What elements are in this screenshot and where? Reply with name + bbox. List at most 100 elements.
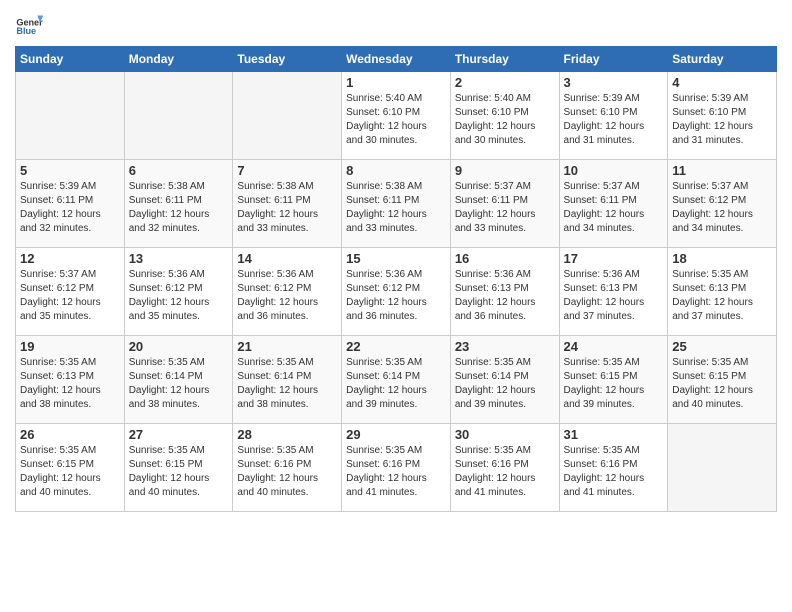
- calendar-cell: 4 Sunrise: 5:39 AMSunset: 6:10 PMDaylight…: [668, 72, 777, 160]
- cell-info: Sunrise: 5:39 AMSunset: 6:10 PMDaylight:…: [672, 92, 772, 148]
- calendar-cell: [668, 424, 777, 512]
- calendar-table: SundayMondayTuesdayWednesdayThursdayFrid…: [15, 46, 777, 512]
- calendar-cell: 31 Sunrise: 5:35 AMSunset: 6:16 PMDayligh…: [559, 424, 668, 512]
- cell-info: Sunrise: 5:37 AMSunset: 6:11 PMDaylight:…: [564, 180, 664, 236]
- day-number: 20: [129, 339, 229, 354]
- calendar-cell: 24 Sunrise: 5:35 AMSunset: 6:15 PMDayligh…: [559, 336, 668, 424]
- calendar-cell: 13Sunrise: 5:36 AMSunset: 6:12 PMDayligh…: [124, 248, 233, 336]
- calendar-cell: 25 Sunrise: 5:35 AMSunset: 6:15 PMDayligh…: [668, 336, 777, 424]
- cell-info: Sunrise: 5:37 AMSunset: 6:12 PMDaylight:…: [672, 180, 772, 236]
- col-header-saturday: Saturday: [668, 47, 777, 72]
- calendar-cell: 26Sunrise: 5:35 AMSunset: 6:15 PMDayligh…: [16, 424, 125, 512]
- calendar-cell: 22 Sunrise: 5:35 AMSunset: 6:14 PMDayligh…: [342, 336, 451, 424]
- day-number: 28: [237, 427, 337, 442]
- calendar-cell: 11Sunrise: 5:37 AMSunset: 6:12 PMDayligh…: [668, 160, 777, 248]
- cell-info: Sunrise: 5:36 AMSunset: 6:12 PMDaylight:…: [237, 268, 337, 324]
- day-number: 22: [346, 339, 446, 354]
- day-number: 23: [455, 339, 555, 354]
- calendar-cell: 8Sunrise: 5:38 AMSunset: 6:11 PMDaylight…: [342, 160, 451, 248]
- calendar-cell: 14 Sunrise: 5:36 AMSunset: 6:12 PMDayligh…: [233, 248, 342, 336]
- day-number: 14: [237, 251, 337, 266]
- cell-info: Sunrise: 5:36 AMSunset: 6:12 PMDaylight:…: [129, 268, 229, 324]
- calendar-cell: 15 Sunrise: 5:36 AMSunset: 6:12 PMDayligh…: [342, 248, 451, 336]
- day-number: 16: [455, 251, 555, 266]
- day-number: 26: [20, 427, 120, 442]
- day-number: 7: [237, 163, 337, 178]
- logo-icon: General Blue: [15, 10, 43, 38]
- day-number: 24: [564, 339, 664, 354]
- calendar-cell: 21 Sunrise: 5:35 AMSunset: 6:14 PMDayligh…: [233, 336, 342, 424]
- calendar-cell: 6 Sunrise: 5:38 AMSunset: 6:11 PMDaylight…: [124, 160, 233, 248]
- day-number: 25: [672, 339, 772, 354]
- col-header-monday: Monday: [124, 47, 233, 72]
- calendar-cell: 10Sunrise: 5:37 AMSunset: 6:11 PMDayligh…: [559, 160, 668, 248]
- page-header: General Blue: [15, 10, 777, 38]
- logo: General Blue: [15, 10, 47, 38]
- calendar-cell: 9 Sunrise: 5:37 AMSunset: 6:11 PMDaylight…: [450, 160, 559, 248]
- cell-info: Sunrise: 5:36 AMSunset: 6:13 PMDaylight:…: [564, 268, 664, 324]
- day-number: 12: [20, 251, 120, 266]
- calendar-cell: 17 Sunrise: 5:36 AMSunset: 6:13 PMDayligh…: [559, 248, 668, 336]
- day-number: 19: [20, 339, 120, 354]
- calendar-cell: 3 Sunrise: 5:39 AMSunset: 6:10 PMDaylight…: [559, 72, 668, 160]
- cell-info: Sunrise: 5:35 AMSunset: 6:15 PMDaylight:…: [672, 356, 772, 412]
- calendar-header-row: SundayMondayTuesdayWednesdayThursdayFrid…: [16, 47, 777, 72]
- calendar-cell: 1Sunrise: 5:40 AMSunset: 6:10 PMDaylight…: [342, 72, 451, 160]
- calendar-cell: 20 Sunrise: 5:35 AMSunset: 6:14 PMDayligh…: [124, 336, 233, 424]
- day-number: 27: [129, 427, 229, 442]
- calendar-week-4: 19 Sunrise: 5:35 AMSunset: 6:13 PMDayligh…: [16, 336, 777, 424]
- calendar-week-2: 5 Sunrise: 5:39 AMSunset: 6:11 PMDaylight…: [16, 160, 777, 248]
- calendar-cell: 19 Sunrise: 5:35 AMSunset: 6:13 PMDayligh…: [16, 336, 125, 424]
- day-number: 31: [564, 427, 664, 442]
- day-number: 6: [129, 163, 229, 178]
- calendar-cell: 12 Sunrise: 5:37 AMSunset: 6:12 PMDayligh…: [16, 248, 125, 336]
- calendar-cell: 28 Sunrise: 5:35 AMSunset: 6:16 PMDayligh…: [233, 424, 342, 512]
- day-number: 15: [346, 251, 446, 266]
- cell-info: Sunrise: 5:35 AMSunset: 6:15 PMDaylight:…: [564, 356, 664, 412]
- col-header-friday: Friday: [559, 47, 668, 72]
- calendar-cell: 5 Sunrise: 5:39 AMSunset: 6:11 PMDaylight…: [16, 160, 125, 248]
- day-number: 8: [346, 163, 446, 178]
- cell-info: Sunrise: 5:35 AMSunset: 6:14 PMDaylight:…: [346, 356, 446, 412]
- day-number: 18: [672, 251, 772, 266]
- cell-info: Sunrise: 5:35 AMSunset: 6:15 PMDaylight:…: [129, 444, 229, 500]
- day-number: 30: [455, 427, 555, 442]
- cell-info: Sunrise: 5:37 AMSunset: 6:11 PMDaylight:…: [455, 180, 555, 236]
- cell-info: Sunrise: 5:36 AMSunset: 6:13 PMDaylight:…: [455, 268, 555, 324]
- day-number: 9: [455, 163, 555, 178]
- day-number: 17: [564, 251, 664, 266]
- calendar-cell: 18 Sunrise: 5:35 AMSunset: 6:13 PMDayligh…: [668, 248, 777, 336]
- calendar-week-1: 1Sunrise: 5:40 AMSunset: 6:10 PMDaylight…: [16, 72, 777, 160]
- day-number: 3: [564, 75, 664, 90]
- cell-info: Sunrise: 5:37 AMSunset: 6:12 PMDaylight:…: [20, 268, 120, 324]
- col-header-wednesday: Wednesday: [342, 47, 451, 72]
- cell-info: Sunrise: 5:35 AMSunset: 6:14 PMDaylight:…: [455, 356, 555, 412]
- day-number: 29: [346, 427, 446, 442]
- calendar-cell: 23 Sunrise: 5:35 AMSunset: 6:14 PMDayligh…: [450, 336, 559, 424]
- cell-info: Sunrise: 5:38 AMSunset: 6:11 PMDaylight:…: [237, 180, 337, 236]
- calendar-week-5: 26 Sunrise: 5:35 AMSunset: 6:15 PMDayligh…: [16, 424, 777, 512]
- cell-info: Sunrise: 5:35 AMSunset: 6:16 PMDaylight:…: [455, 444, 555, 500]
- cell-info: Sunrise: 5:35 AMSunset: 6:13 PMDaylight:…: [672, 268, 772, 324]
- day-number: 2: [455, 75, 555, 90]
- calendar-cell: 16 Sunrise: 5:36 AMSunset: 6:13 PMDayligh…: [450, 248, 559, 336]
- cell-info: Sunrise: 5:35 AMSunset: 6:16 PMDaylight:…: [237, 444, 337, 500]
- calendar-cell: 29Sunrise: 5:35 AMSunset: 6:16 PMDayligh…: [342, 424, 451, 512]
- cell-info: Sunrise: 5:40 AMSunset: 6:10 PMDaylight:…: [455, 92, 555, 148]
- cell-info: Sunrise: 5:39 AMSunset: 6:11 PMDaylight:…: [20, 180, 120, 236]
- day-number: 5: [20, 163, 120, 178]
- cell-info: Sunrise: 5:35 AMSunset: 6:16 PMDaylight:…: [564, 444, 664, 500]
- cell-info: Sunrise: 5:35 AMSunset: 6:13 PMDaylight:…: [20, 356, 120, 412]
- day-number: 21: [237, 339, 337, 354]
- cell-info: Sunrise: 5:40 AMSunset: 6:10 PMDaylight:…: [346, 92, 446, 148]
- calendar-cell: 2 Sunrise: 5:40 AMSunset: 6:10 PMDaylight…: [450, 72, 559, 160]
- cell-info: Sunrise: 5:35 AMSunset: 6:14 PMDaylight:…: [237, 356, 337, 412]
- calendar-week-3: 12 Sunrise: 5:37 AMSunset: 6:12 PMDayligh…: [16, 248, 777, 336]
- col-header-sunday: Sunday: [16, 47, 125, 72]
- cell-info: Sunrise: 5:36 AMSunset: 6:12 PMDaylight:…: [346, 268, 446, 324]
- calendar-cell: [16, 72, 125, 160]
- cell-info: Sunrise: 5:35 AMSunset: 6:14 PMDaylight:…: [129, 356, 229, 412]
- cell-info: Sunrise: 5:39 AMSunset: 6:10 PMDaylight:…: [564, 92, 664, 148]
- cell-info: Sunrise: 5:38 AMSunset: 6:11 PMDaylight:…: [129, 180, 229, 236]
- day-number: 4: [672, 75, 772, 90]
